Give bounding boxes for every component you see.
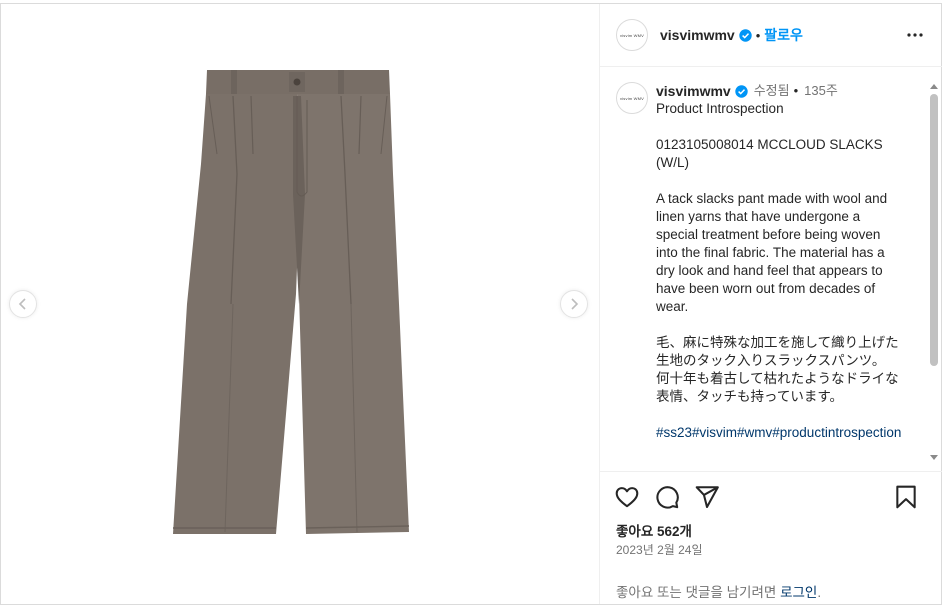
description-japanese-1: 毛、麻に特殊な加工を施して織り上げた生地のタック入りスラックスパンツ。 [656, 335, 899, 368]
heart-icon [615, 487, 639, 508]
post-date[interactable]: 2023년 2월 24일 [616, 541, 703, 558]
avatar-text: visvim WMV [620, 95, 644, 101]
login-prompt: 좋아요 또는 댓글을 남기려면 로그인. [616, 581, 821, 601]
scroll-up-arrow[interactable] [930, 84, 938, 89]
verified-badge-icon [739, 28, 752, 42]
product-image [173, 70, 410, 534]
caption-scroll-area[interactable]: visvim WMV visvimwmv 수정됨 • 135주 Product … [600, 68, 942, 472]
chevron-left-icon [18, 298, 26, 310]
hashtags-link[interactable]: #ss23#visvim#wmv#productintrospection [656, 424, 901, 442]
edited-label: 수정됨 [753, 83, 790, 98]
post-time[interactable]: 135주 [804, 82, 838, 100]
separator-dot: • [755, 27, 761, 43]
more-options-button[interactable] [906, 26, 924, 49]
comment-icon [656, 486, 679, 509]
post-sidebar: visvim WMV visvimwmv • 팔로우 visvim WMV vi… [599, 4, 942, 604]
like-count[interactable]: 좋아요 562개 [616, 520, 692, 540]
chevron-right-icon [571, 298, 579, 310]
send-icon [695, 486, 719, 508]
like-button[interactable] [614, 484, 640, 515]
caption-username[interactable]: visvimwmv [656, 82, 731, 100]
action-bar [600, 480, 942, 520]
login-prompt-suffix: . [817, 585, 822, 600]
post-modal: visvim WMV visvimwmv • 팔로우 visvim WMV vi… [0, 3, 942, 605]
scroll-thumb[interactable] [930, 94, 938, 366]
more-horizontal-icon [907, 33, 923, 37]
post-header: visvim WMV visvimwmv • 팔로우 [600, 4, 942, 67]
caption-title: Product Introspection [656, 101, 784, 116]
scrollbar[interactable] [926, 82, 942, 462]
username-link[interactable]: visvimwmv [660, 27, 735, 43]
avatar-text: visvim WMV [620, 32, 644, 38]
scroll-down-arrow[interactable] [930, 455, 938, 460]
next-image-button[interactable] [560, 290, 588, 318]
verified-badge-icon [735, 84, 748, 98]
caption-body: visvimwmv 수정됨 • 135주 Product Introspecti… [656, 82, 901, 442]
description-japanese-2: 何十年も着古して枯れたようなドライな表情、タッチも持っています。 [656, 371, 899, 404]
share-button[interactable] [694, 484, 720, 515]
follow-button[interactable]: 팔로우 [764, 25, 803, 45]
description-english: A tack slacks pant made with wool and li… [656, 191, 888, 314]
bookmark-icon [896, 485, 916, 509]
caption-avatar[interactable]: visvim WMV [616, 82, 648, 114]
login-prompt-text: 좋아요 또는 댓글을 남기려면 [616, 585, 777, 600]
previous-image-button[interactable] [9, 290, 37, 318]
separator-dot: • [793, 83, 799, 98]
avatar[interactable]: visvim WMV [616, 19, 648, 51]
comment-button[interactable] [654, 484, 680, 515]
save-button[interactable] [894, 484, 918, 515]
login-link[interactable]: 로그인 [780, 585, 817, 600]
product-code: 0123105008014 MCCLOUD SLACKS (W/L) [656, 137, 883, 170]
post-media [1, 4, 599, 604]
